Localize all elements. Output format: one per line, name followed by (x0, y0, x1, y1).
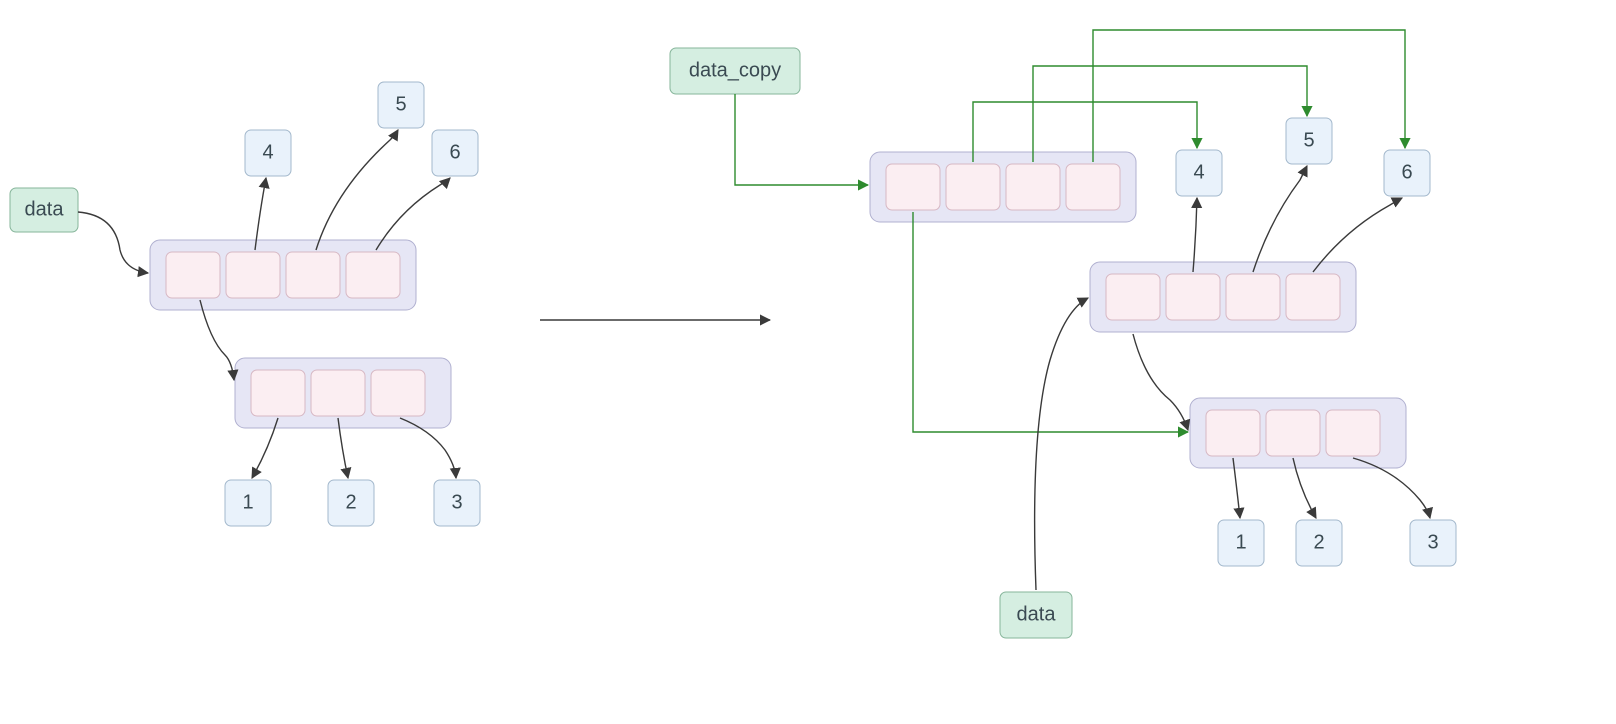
num-6-left-label: 6 (449, 141, 460, 163)
num-4-right-label: 4 (1193, 161, 1204, 183)
num-2-left-label: 2 (345, 491, 356, 513)
num-1-right-label: 1 (1235, 531, 1246, 553)
data-var-left-label: data (25, 198, 65, 220)
num-2-right-label: 2 (1313, 531, 1324, 553)
left-top-list (150, 240, 416, 310)
data-var-right-label: data (1017, 603, 1057, 625)
arrow-copy-to-6 (1093, 30, 1405, 162)
num-3-right-label: 3 (1427, 531, 1438, 553)
left-diagram: data 4 5 6 1 2 3 (10, 82, 480, 526)
right-top-list (870, 152, 1136, 222)
arrow-datacopy-to-list (735, 94, 868, 185)
diagram-canvas: data 4 5 6 1 2 3 (0, 0, 1616, 724)
left-sub-list (235, 358, 451, 428)
arrow-data-to-list-left (78, 212, 148, 273)
arrow-mid-cell0-sublist (1133, 334, 1188, 430)
num-6-right-label: 6 (1401, 161, 1412, 183)
right-mid-list (1090, 262, 1356, 332)
arrow-copy-to-5 (1033, 66, 1307, 162)
num-3-left-label: 3 (451, 491, 462, 513)
right-diagram: data_copy data 4 (670, 30, 1456, 638)
arrow-mid-to-5 (1253, 166, 1307, 272)
right-sub-list (1190, 398, 1406, 468)
arrow-left-to-6 (376, 178, 450, 250)
data-copy-var-label: data_copy (689, 59, 781, 81)
num-1-left-label: 1 (242, 491, 253, 513)
arrow-mid-to-4 (1193, 198, 1197, 272)
arrow-left-to-4 (255, 178, 266, 250)
arrow-mid-to-6 (1313, 198, 1402, 272)
num-5-right-label: 5 (1303, 129, 1314, 151)
arrow-left-cell0-sublist (200, 300, 234, 380)
arrow-left-to-5 (316, 130, 398, 250)
num-5-left-label: 5 (395, 93, 406, 115)
arrow-data-to-midlist (1035, 298, 1088, 590)
num-4-left-label: 4 (262, 141, 273, 163)
